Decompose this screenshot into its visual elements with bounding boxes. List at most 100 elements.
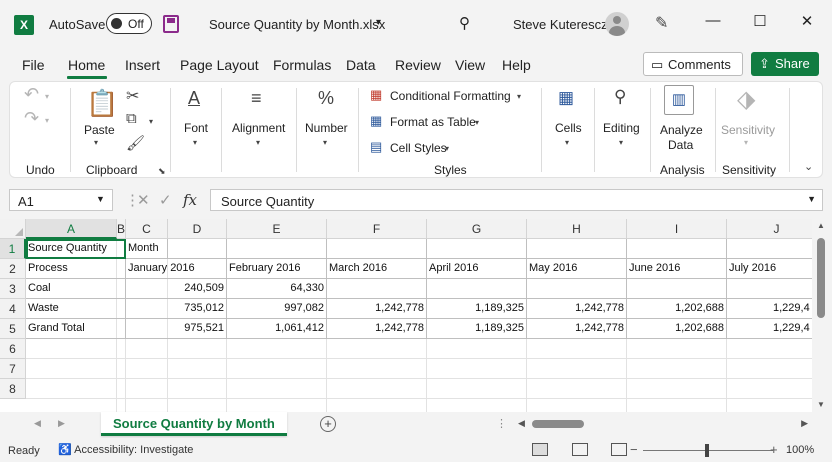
cell-g4[interactable]: 1,189,325: [427, 299, 527, 319]
clipboard-launcher-icon[interactable]: ⬊: [158, 166, 166, 177]
paste-icon[interactable]: 📋: [86, 88, 118, 119]
row-header-4[interactable]: 4: [0, 299, 26, 319]
redo-icon[interactable]: ↷: [24, 108, 39, 129]
number-label[interactable]: Number: [305, 121, 348, 135]
cell-a1[interactable]: Source Quantity: [26, 239, 126, 259]
row-header-7[interactable]: 7: [0, 359, 26, 379]
expand-formula-icon[interactable]: ▼: [807, 194, 816, 204]
horizontal-scrollbar[interactable]: ◀ ▶: [518, 417, 808, 431]
alignment-icon[interactable]: ≡: [251, 88, 262, 109]
next-sheet-icon[interactable]: ▶: [58, 418, 65, 429]
row-header-8[interactable]: 8: [0, 379, 26, 399]
percent-icon[interactable]: %: [318, 88, 334, 109]
cell-c1[interactable]: Month: [126, 239, 168, 259]
format-painter-icon[interactable]: 🖌: [126, 134, 145, 152]
cell-j1[interactable]: [727, 239, 812, 259]
analyze-data-label[interactable]: Data: [668, 138, 693, 152]
cell-h4[interactable]: 1,242,778: [527, 299, 627, 319]
cell-e4[interactable]: 997,082: [227, 299, 327, 319]
editing-chevron-icon[interactable]: ▾: [619, 138, 623, 147]
scroll-left-icon[interactable]: ◀: [518, 418, 525, 429]
zoom-out-icon[interactable]: −: [630, 442, 638, 457]
page-break-view-icon[interactable]: [611, 443, 627, 456]
paste-chevron-icon[interactable]: ▾: [94, 138, 98, 147]
sensitivity-icon[interactable]: ⬗: [737, 85, 755, 114]
add-sheet-icon[interactable]: +: [320, 416, 336, 432]
cell-f1[interactable]: [327, 239, 427, 259]
alignment-chevron-icon[interactable]: ▾: [256, 138, 260, 147]
cell-f5[interactable]: 1,242,778: [327, 319, 427, 339]
chevron-down-icon[interactable]: ▼: [96, 194, 105, 204]
tab-data[interactable]: Data: [346, 57, 376, 73]
cell-g5[interactable]: 1,189,325: [427, 319, 527, 339]
cell-g2[interactable]: April 2016: [427, 259, 527, 279]
column-header-g[interactable]: G: [427, 219, 527, 239]
cell-a2[interactable]: Process: [26, 259, 126, 279]
share-button[interactable]: ⇪ Share: [751, 52, 819, 76]
column-header-i[interactable]: I: [627, 219, 727, 239]
cell-i2[interactable]: June 2016: [627, 259, 727, 279]
column-header-e[interactable]: E: [227, 219, 327, 239]
select-all-button[interactable]: [0, 219, 26, 239]
undo-icon[interactable]: ↶: [24, 84, 39, 105]
tab-home[interactable]: Home: [68, 57, 105, 73]
vertical-scrollbar[interactable]: ▲ ▼: [812, 219, 832, 412]
user-name[interactable]: Steve Kuterescz: [513, 17, 608, 32]
autosave-toggle[interactable]: Off: [106, 13, 152, 34]
sensitivity-button-label[interactable]: Sensitivity: [721, 123, 775, 137]
enter-icon[interactable]: ✓: [159, 191, 172, 209]
cancel-icon[interactable]: ✕: [137, 191, 150, 209]
cells-icon[interactable]: ▦: [558, 88, 574, 108]
font-label[interactable]: Font: [184, 121, 208, 135]
cell-j2[interactable]: July 2016: [727, 259, 812, 279]
row-header-3[interactable]: 3: [0, 279, 26, 299]
search-icon[interactable]: ⚲: [459, 14, 470, 32]
cell-j5[interactable]: 1,229,4: [727, 319, 812, 339]
redo-chevron-icon[interactable]: ▾: [45, 116, 49, 125]
cell-d4[interactable]: 735,012: [126, 299, 227, 319]
name-box[interactable]: A1 ▼: [9, 189, 113, 211]
cell-f2[interactable]: March 2016: [327, 259, 427, 279]
number-chevron-icon[interactable]: ▾: [323, 138, 327, 147]
normal-view-icon[interactable]: [532, 443, 548, 456]
undo-chevron-icon[interactable]: ▾: [45, 92, 49, 101]
avatar[interactable]: [605, 12, 629, 36]
cell-e1[interactable]: [227, 239, 327, 259]
cells-chevron-icon[interactable]: ▾: [565, 138, 569, 147]
cell-styles-chevron-icon[interactable]: ▾: [445, 144, 449, 153]
formula-input[interactable]: Source Quantity ▼: [210, 189, 823, 211]
spreadsheet-grid[interactable]: A B C D E F G H I J 1 2 3 4 5 6 7 8 Sour…: [0, 219, 812, 412]
comments-button[interactable]: ▭ Comments: [643, 52, 743, 76]
alignment-label[interactable]: Alignment: [232, 121, 285, 135]
pen-icon[interactable]: ✎: [655, 13, 668, 33]
column-header-c[interactable]: C: [126, 219, 168, 239]
column-header-b[interactable]: B: [117, 219, 126, 239]
cell-f3[interactable]: [327, 279, 427, 299]
cell-i4[interactable]: 1,202,688: [627, 299, 727, 319]
insert-function-icon[interactable]: fx: [183, 191, 197, 209]
cell-h5[interactable]: 1,242,778: [527, 319, 627, 339]
cells-label[interactable]: Cells: [555, 121, 582, 135]
cell-e2[interactable]: February 2016: [227, 259, 327, 279]
format-as-table-chevron-icon[interactable]: ▾: [475, 118, 479, 127]
conditional-formatting-chevron-icon[interactable]: ▾: [517, 92, 521, 101]
cell-h1[interactable]: [527, 239, 627, 259]
copy-chevron-icon[interactable]: ▾: [149, 117, 153, 126]
cell-styles-icon[interactable]: ▤: [370, 139, 382, 155]
column-header-d[interactable]: D: [168, 219, 227, 239]
cell-c2[interactable]: January 2016: [126, 259, 227, 279]
tab-page-layout[interactable]: Page Layout: [180, 57, 259, 73]
maximize-button[interactable]: ☐: [748, 12, 772, 30]
conditional-formatting-icon[interactable]: ▦: [370, 87, 382, 103]
tab-insert[interactable]: Insert: [125, 57, 160, 73]
scroll-right-icon[interactable]: ▶: [801, 418, 808, 429]
cell-j4[interactable]: 1,229,4: [727, 299, 812, 319]
analyze-label[interactable]: Analyze: [660, 123, 703, 137]
minimize-button[interactable]: —: [701, 12, 725, 29]
sensitivity-chevron-icon[interactable]: ▾: [744, 138, 748, 147]
cell-g3[interactable]: [427, 279, 527, 299]
cell-j3[interactable]: [727, 279, 812, 299]
column-header-f[interactable]: F: [327, 219, 427, 239]
column-header-h[interactable]: H: [527, 219, 627, 239]
zoom-slider-thumb[interactable]: [705, 444, 709, 457]
